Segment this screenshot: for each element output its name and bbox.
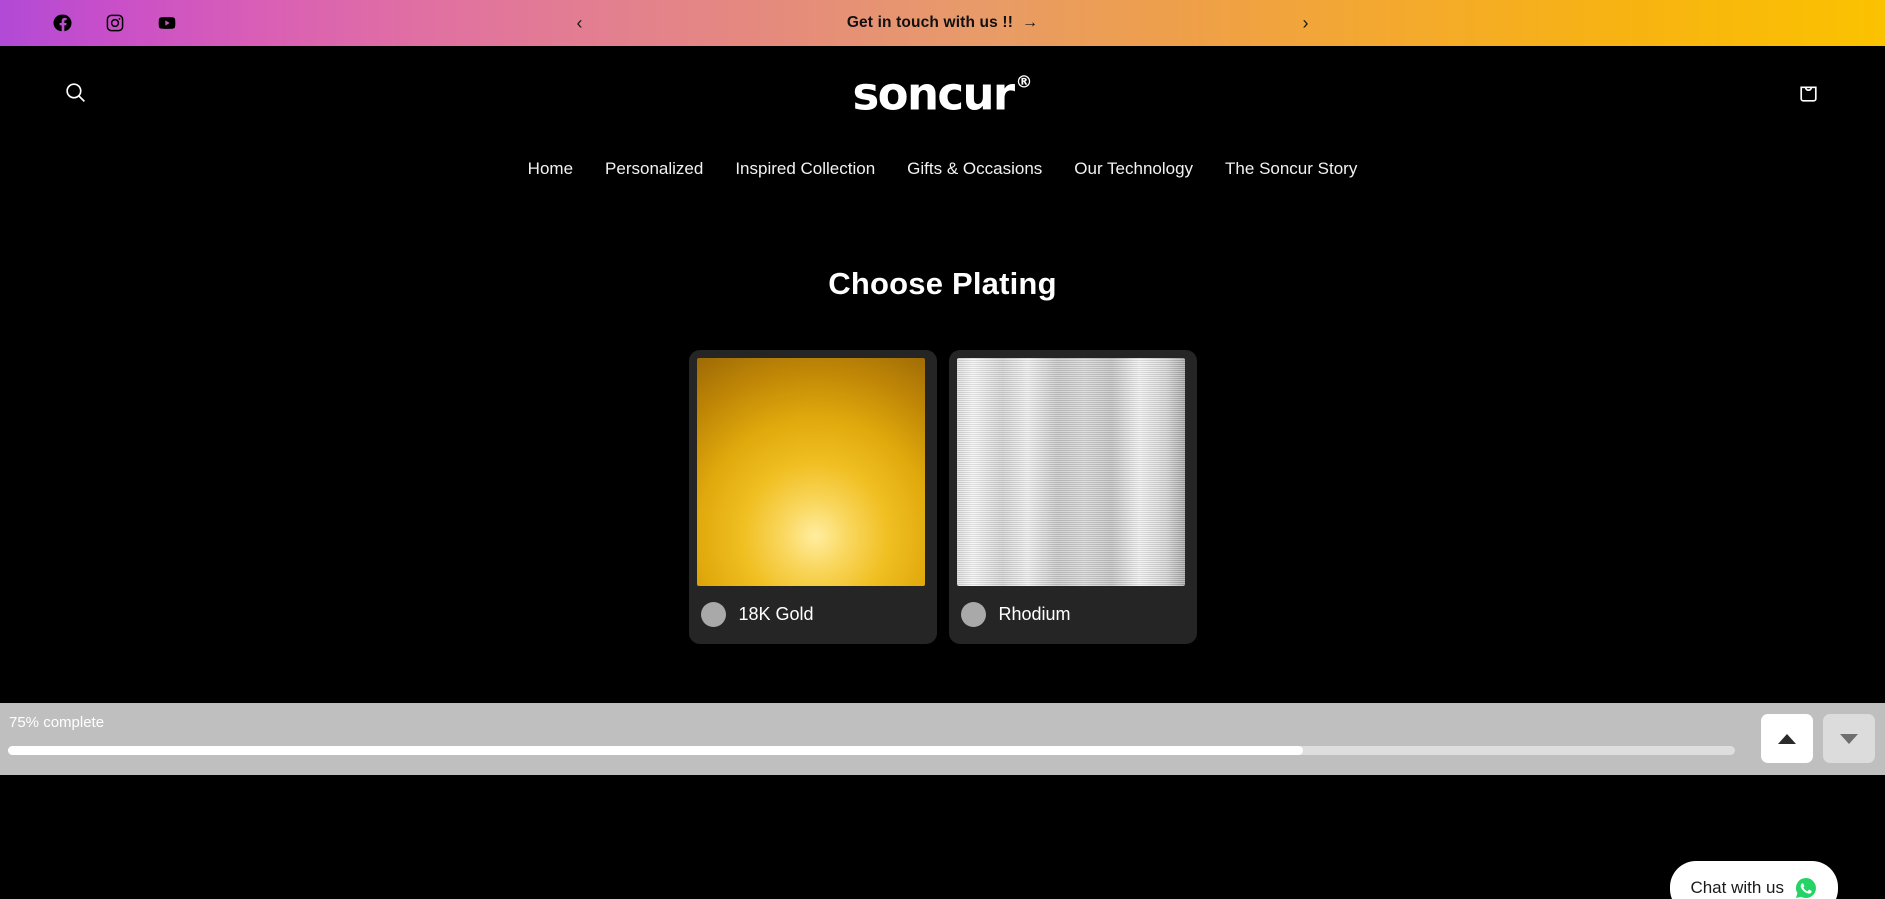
announcement-message[interactable]: Get in touch with us !! →	[597, 14, 1289, 32]
announcement-bar: ‹ Get in touch with us !! → ›	[0, 0, 1885, 46]
gold-swatch-image	[696, 358, 925, 586]
scroll-up-button[interactable]	[1761, 714, 1813, 763]
instagram-icon[interactable]	[104, 12, 126, 34]
scroll-down-button[interactable]	[1823, 714, 1875, 763]
progress-track[interactable]	[8, 746, 1735, 755]
scroll-buttons	[1761, 714, 1875, 763]
announcement-carousel: ‹ Get in touch with us !! → ›	[563, 0, 1323, 46]
plating-option-18k-gold[interactable]: 18K Gold	[688, 350, 937, 644]
plating-option-label: Rhodium	[998, 604, 1071, 624]
page-title: Choose Plating	[828, 266, 1057, 301]
page-root: ‹ Get in touch with us !! → › soncur ® H…	[0, 0, 1885, 899]
main-navigation: Home Personalized Inspired Collection Gi…	[0, 142, 1885, 196]
logo-text: soncur	[852, 67, 1015, 121]
chat-widget[interactable]: Chat with us	[1670, 861, 1838, 899]
social-links	[52, 0, 178, 46]
site-header: soncur ®	[0, 46, 1885, 142]
nav-item-personalized[interactable]: Personalized	[589, 153, 719, 185]
progress-label: 75% complete	[9, 714, 105, 731]
plating-option-footer: 18K Gold	[697, 586, 929, 644]
color-dot-icon	[960, 602, 986, 627]
chat-widget-label: Chat with us	[1690, 878, 1784, 897]
nav-item-the-soncur-story[interactable]: The Soncur Story	[1209, 153, 1373, 185]
announcement-prev-button[interactable]: ‹	[563, 6, 597, 40]
search-button[interactable]	[53, 72, 97, 116]
color-dot-icon	[700, 602, 726, 627]
registered-mark-icon: ®	[1015, 72, 1033, 93]
triangle-up-icon	[1778, 733, 1796, 744]
facebook-icon[interactable]	[52, 12, 74, 34]
announcement-next-button[interactable]: ›	[1289, 6, 1323, 40]
progress-fill	[8, 746, 1304, 755]
cart-icon	[1796, 80, 1821, 108]
cart-button[interactable]	[1786, 72, 1830, 116]
site-logo[interactable]: soncur ®	[852, 68, 1032, 121]
plating-option-rhodium[interactable]: Rhodium	[948, 350, 1197, 644]
arrow-right-icon: →	[1022, 14, 1039, 31]
youtube-icon[interactable]	[156, 12, 178, 34]
announcement-message-text: Get in touch with us !!	[846, 14, 1014, 31]
triangle-down-icon	[1840, 733, 1858, 744]
whatsapp-icon	[1794, 876, 1818, 899]
nav-item-home[interactable]: Home	[512, 153, 589, 185]
progress-bar-region: 75% complete	[0, 703, 1885, 775]
nav-item-our-technology[interactable]: Our Technology	[1058, 153, 1209, 185]
plating-option-footer: Rhodium	[957, 586, 1189, 644]
nav-item-inspired-collection[interactable]: Inspired Collection	[719, 153, 891, 185]
plating-options: 18K Gold Rhodium	[0, 350, 1885, 644]
plating-option-label: 18K Gold	[738, 604, 814, 624]
main-content: Choose Plating 18K Gold Rhodium	[0, 196, 1885, 644]
search-icon	[63, 80, 88, 108]
rhodium-swatch-image	[956, 358, 1185, 586]
nav-item-gifts-occasions[interactable]: Gifts & Occasions	[891, 153, 1058, 185]
